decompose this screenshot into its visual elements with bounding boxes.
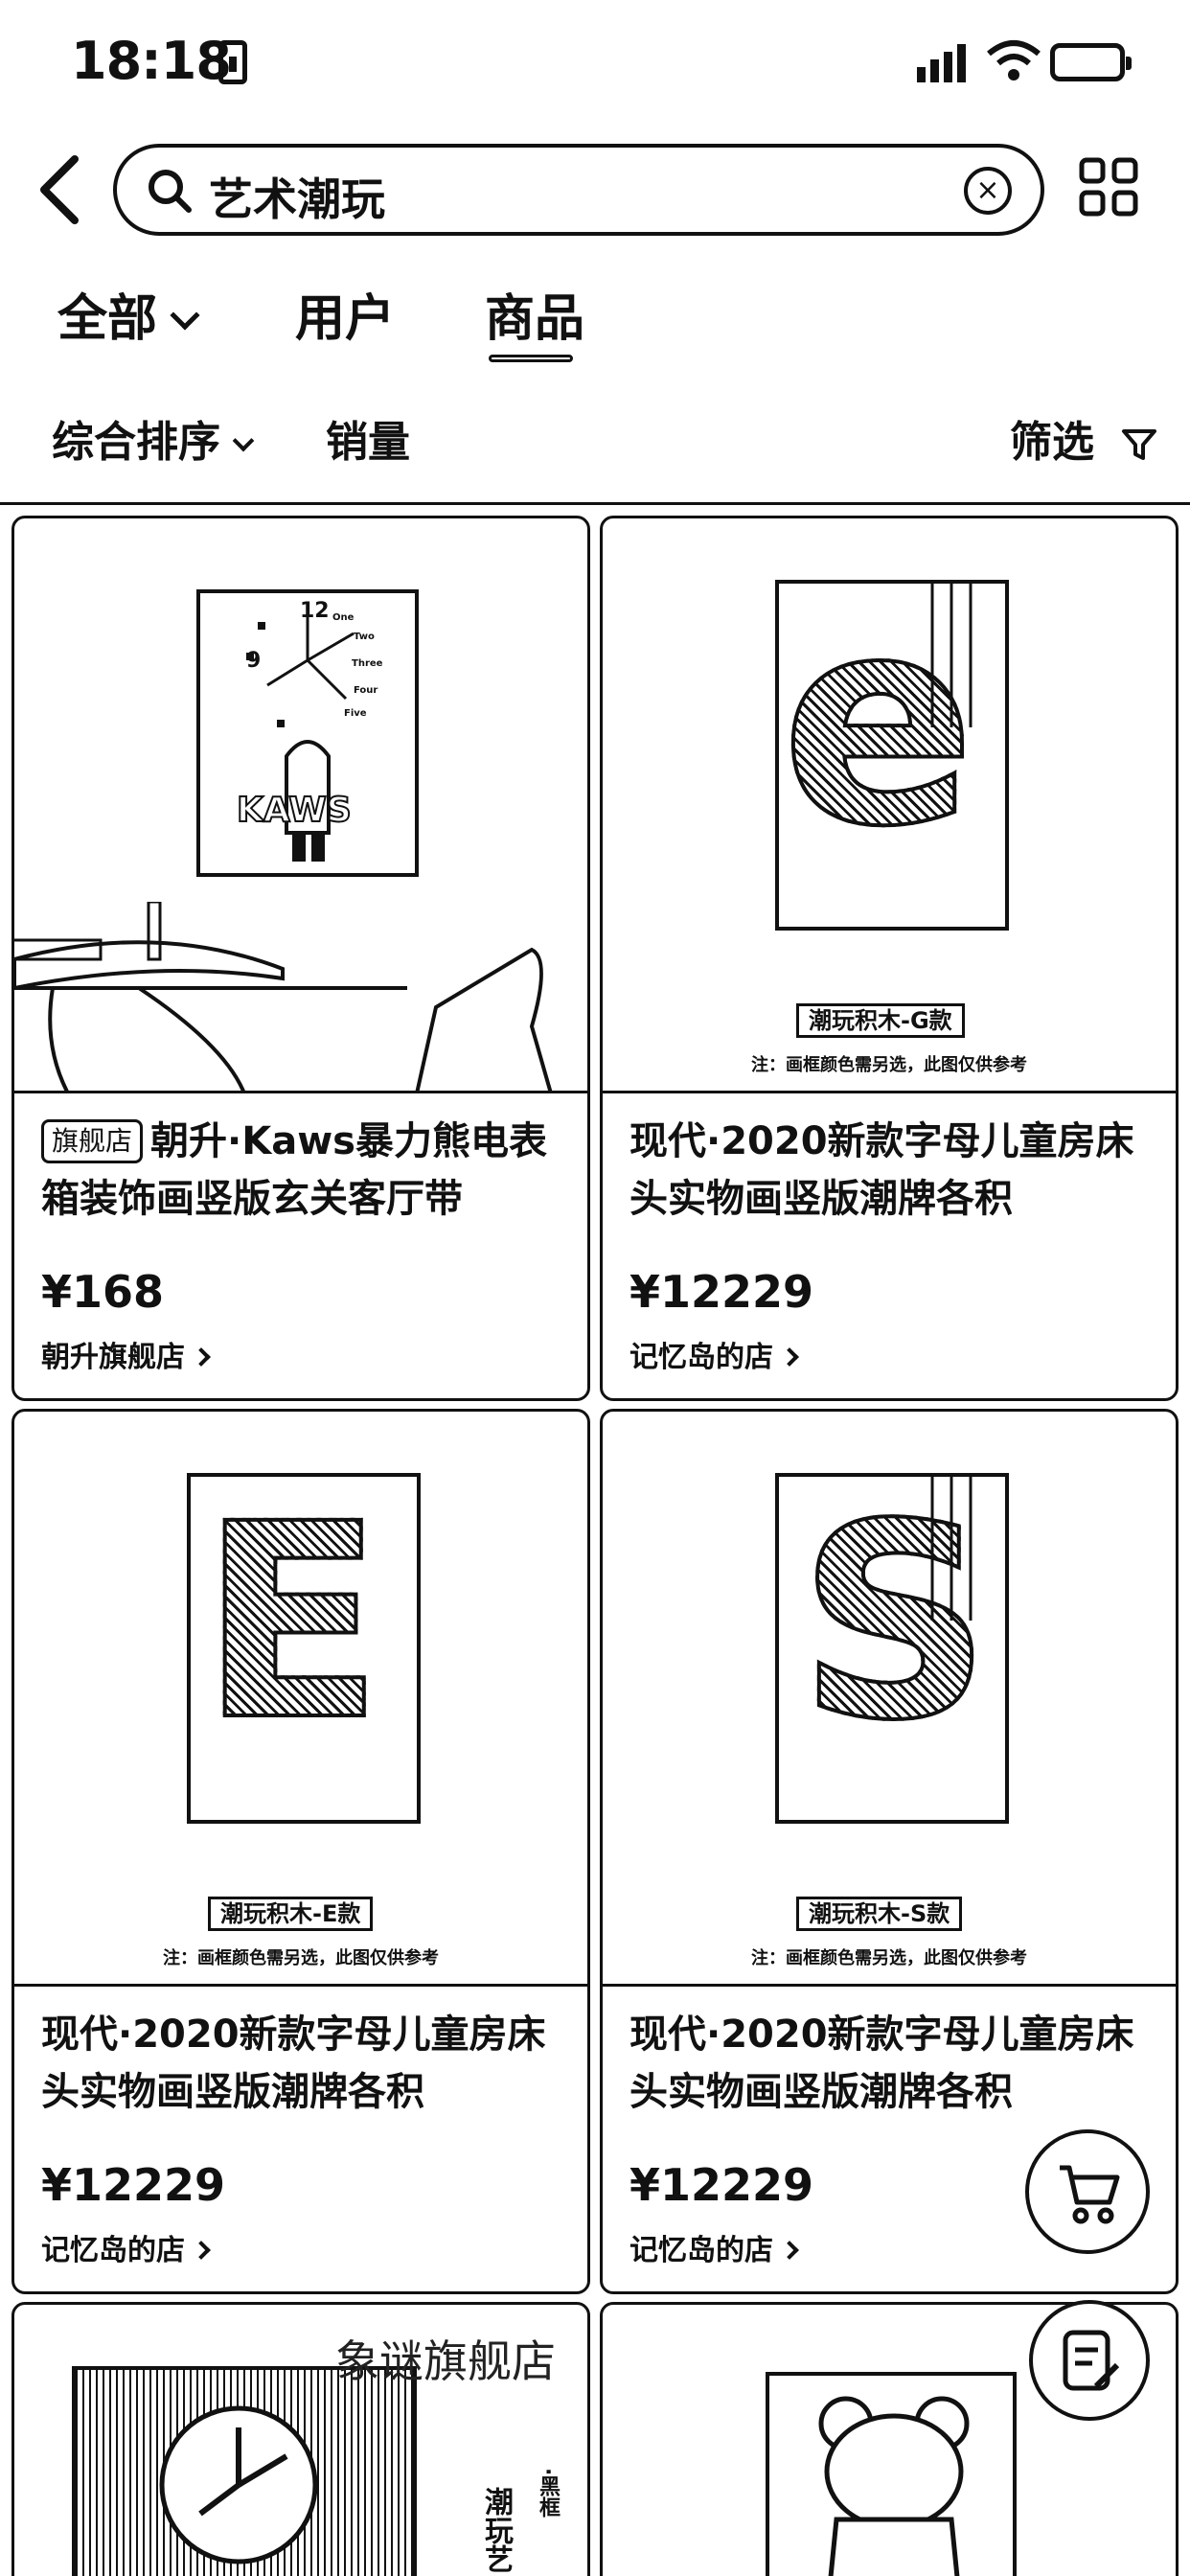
poster-frame: S xyxy=(775,1465,1009,1824)
tab-all-label: 全部 xyxy=(57,290,158,348)
cellular-signal-icon xyxy=(917,44,966,82)
product-image: 12 One Two Three Four Five 9 KAWS xyxy=(14,518,587,1093)
tab-users[interactable]: 用户 xyxy=(295,286,395,353)
filter-label: 筛选 xyxy=(1010,418,1094,467)
clock-number-two: Two xyxy=(354,632,375,642)
overlay-shop-name: 象谜旗舰店 xyxy=(335,2335,556,2387)
clock-number-one: One xyxy=(332,612,355,623)
battery-icon xyxy=(1050,43,1132,81)
shop-link[interactable]: 记忆岛的店 xyxy=(41,2226,211,2268)
shop-link[interactable]: 记忆岛的店 xyxy=(629,2226,799,2268)
status-time: 18:18 xyxy=(71,31,232,91)
poster-frame xyxy=(766,2372,1017,2576)
sofa-illustration xyxy=(14,902,553,1091)
divider xyxy=(0,502,1190,505)
poster-letter: E xyxy=(198,1465,385,1782)
cart-icon xyxy=(1060,2165,1120,2224)
clock-illustration xyxy=(246,612,355,862)
clear-search-icon[interactable]: × xyxy=(964,167,1012,215)
clock-number-five: Five xyxy=(344,708,367,719)
shop-link[interactable]: 记忆岛的店 xyxy=(629,1333,799,1375)
image-note: 注：画框颜色需另选，此图仅供参考 xyxy=(163,1948,439,1968)
back-chevron-icon[interactable] xyxy=(33,151,90,228)
shop-link[interactable]: 朝升旗舰店 xyxy=(41,1333,211,1375)
image-note: 注：画框颜色需另选，此图仅供参考 xyxy=(751,1055,1027,1075)
flagship-badge: 旗舰店 xyxy=(41,1119,144,1163)
clock-number-9: 9 xyxy=(246,649,262,673)
sort-sales[interactable]: 销量 xyxy=(326,414,410,472)
cart-button[interactable] xyxy=(1025,2129,1150,2254)
tab-goods[interactable]: 商品 xyxy=(485,286,584,353)
style-label: 潮玩积木-G款 xyxy=(796,1003,965,1038)
product-price: ¥12229 xyxy=(629,1266,814,1318)
chevron-right-icon xyxy=(192,1347,211,1367)
filter-button[interactable]: 筛选 xyxy=(1010,414,1158,472)
image-note: 注：画框颜色需另选，此图仅供参考 xyxy=(751,1948,1027,1968)
kaws-logo-text: KAWS xyxy=(236,790,353,831)
product-image: e 潮玩积木-G款 注：画框颜色需另选，此图仅供参考 xyxy=(603,518,1176,1093)
funnel-icon xyxy=(1122,429,1157,460)
chevron-right-icon xyxy=(192,2241,211,2260)
active-tab-indicator xyxy=(489,355,573,362)
wall-frame: 12 One Two Three Four Five 9 KAWS xyxy=(196,589,419,877)
product-price: ¥12229 xyxy=(41,2159,226,2211)
clock-number-four: Four xyxy=(354,685,378,696)
clock-number-12: 12 xyxy=(300,599,330,623)
shop-name: 朝升旗舰店 xyxy=(41,1341,185,1374)
stripe-decor xyxy=(930,584,973,727)
side-vertical-text-2: ·黑框 xyxy=(536,2468,560,2518)
bear-figure-icon xyxy=(818,2396,970,2576)
status-bar: 18:18 xyxy=(0,0,1190,125)
product-title: 旗舰店 朝升·Kaws暴力熊电表箱装饰画竖版玄关客厅带 xyxy=(41,1113,574,1228)
poster-frame: e xyxy=(775,553,1009,931)
tab-all[interactable]: 全部 xyxy=(57,286,200,353)
shop-name: 记忆岛的店 xyxy=(629,2234,773,2267)
product-title: 现代·2020新款字母儿童房床头实物画竖版潮牌各积 xyxy=(41,2012,546,2114)
stripe-decor xyxy=(930,1477,973,1621)
poster-frame xyxy=(72,2366,417,2576)
product-price: ¥12229 xyxy=(629,2159,814,2211)
clock-icon xyxy=(159,2405,318,2564)
product-title: 现代·2020新款字母儿童房床头实物画竖版潮牌各积 xyxy=(629,1119,1134,1221)
chevron-right-icon xyxy=(780,1347,799,1367)
poster-frame: E xyxy=(187,1465,421,1824)
wifi-icon xyxy=(987,40,1041,80)
shop-name: 记忆岛的店 xyxy=(629,1341,773,1374)
clock-number-three: Three xyxy=(352,658,383,669)
chevron-right-icon xyxy=(780,2241,799,2260)
style-label: 潮玩积木-E款 xyxy=(208,1897,374,1931)
chevron-down-icon xyxy=(232,429,255,452)
style-label: 潮玩积木-S款 xyxy=(796,1897,963,1931)
product-card[interactable]: 12 One Two Three Four Five 9 KAWS 旗舰店 朝升·… xyxy=(11,516,590,1401)
product-card[interactable]: e 潮玩积木-G款 注：画框颜色需另选，此图仅供参考 现代·2020新款字母儿童… xyxy=(600,516,1179,1401)
grid-icon[interactable] xyxy=(1079,157,1138,217)
search-icon xyxy=(149,170,192,213)
search-input[interactable]: 艺术潮玩 × xyxy=(113,144,1044,236)
product-card[interactable]: E 潮玩积木-E款 注：画框颜色需另选，此图仅供参考 现代·2020新款字母儿童… xyxy=(11,1409,590,2294)
sort-overall[interactable]: 综合排序 xyxy=(52,414,255,472)
search-query: 艺术潮玩 xyxy=(209,173,385,225)
product-price: ¥168 xyxy=(41,1266,165,1318)
product-image: E 潮玩积木-E款 注：画框颜色需另选，此图仅供参考 xyxy=(14,1412,587,1987)
product-image: S 潮玩积木-S款 注：画框颜色需另选，此图仅供参考 xyxy=(603,1412,1176,1987)
shop-name: 记忆岛的店 xyxy=(41,2234,185,2267)
sim-card-icon xyxy=(218,40,247,84)
notes-button[interactable] xyxy=(1029,2300,1150,2421)
sort-overall-label: 综合排序 xyxy=(52,418,220,467)
edit-note-icon xyxy=(1063,2330,1120,2391)
product-title: 现代·2020新款字母儿童房床头实物画竖版潮牌各积 xyxy=(629,2012,1134,2114)
side-vertical-text: 潮玩艺 xyxy=(479,2487,513,2573)
chevron-down-icon xyxy=(170,300,200,331)
